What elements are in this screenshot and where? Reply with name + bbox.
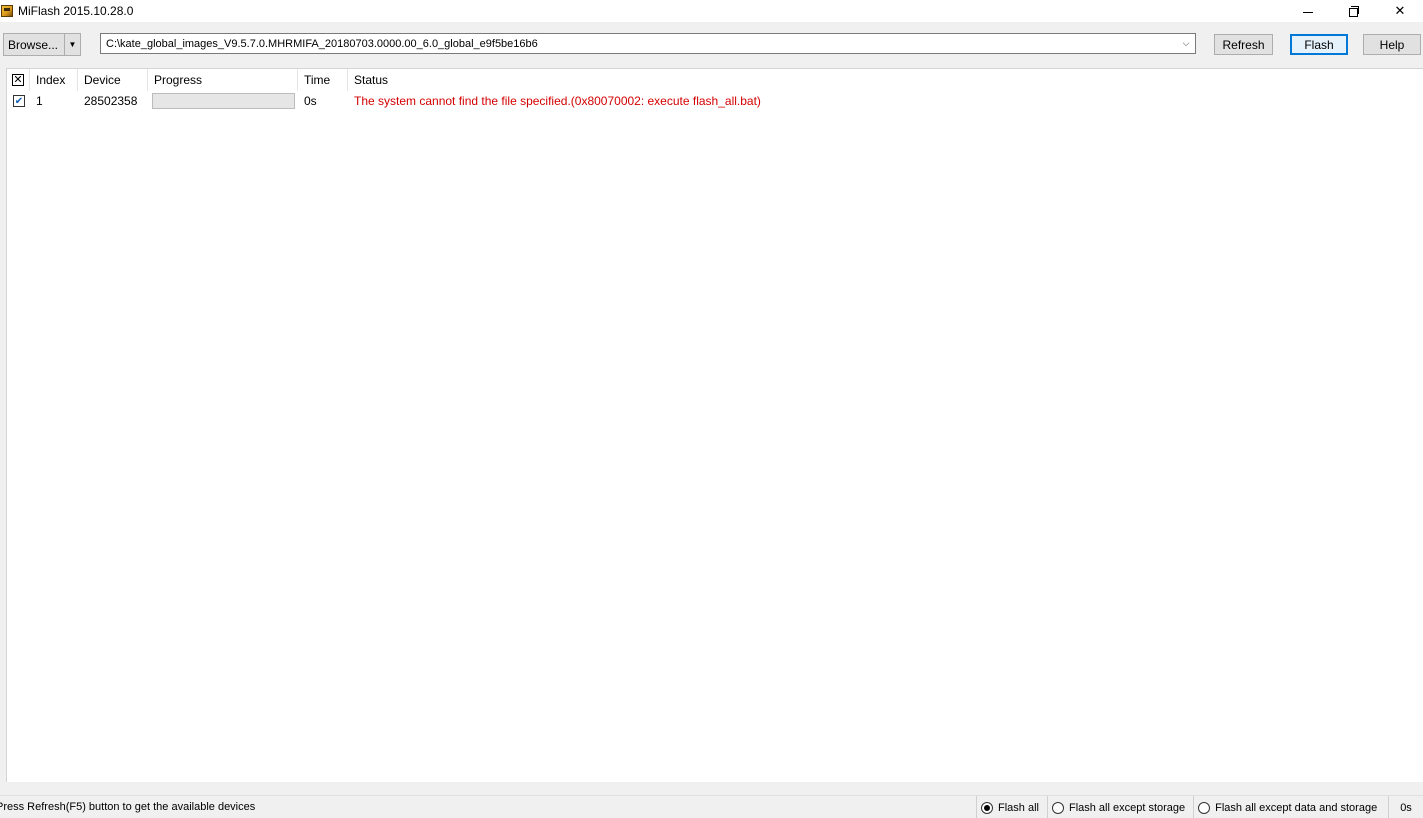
miflash-app-icon — [1, 5, 13, 17]
row-checkbox-check-icon[interactable]: ✔ — [13, 95, 25, 107]
restore-button[interactable] — [1331, 0, 1377, 22]
flash-mode-group: Flash all Flash all except storage Flash… — [976, 796, 1385, 818]
header-select-all[interactable]: ✕ — [7, 69, 30, 91]
radio-flash-all-except-data-storage[interactable]: Flash all except data and storage — [1193, 796, 1385, 818]
radio-flash-all-except-storage[interactable]: Flash all except storage — [1046, 796, 1193, 818]
row-status-error: The system cannot find the file specifie… — [354, 94, 761, 108]
elapsed-time: 0s — [1388, 796, 1423, 818]
radio-flash-all-label[interactable]: Flash all — [998, 802, 1039, 814]
rom-path-combobox[interactable]: C:\kate_global_images_V9.5.7.0.MHRMIFA_2… — [100, 33, 1196, 54]
toolbar: Browse... ▼ C:\kate_global_images_V9.5.7… — [0, 22, 1423, 68]
browse-dropdown-icon[interactable]: ▼ — [64, 34, 80, 55]
radio-unselected-icon[interactable] — [1051, 801, 1064, 814]
row-progress-cell — [148, 91, 298, 111]
column-header-index[interactable]: Index — [30, 69, 78, 91]
rom-path-value[interactable]: C:\kate_global_images_V9.5.7.0.MHRMIFA_2… — [101, 38, 1177, 50]
title-bar: MiFlash 2015.10.28.0 ✕ — [0, 0, 1423, 22]
device-list-header: ✕ Index Device Progress Time Status — [7, 69, 1423, 91]
row-index: 1 — [36, 94, 43, 108]
close-button[interactable]: ✕ — [1377, 0, 1423, 22]
radio-flash-all-except-storage-label[interactable]: Flash all except storage — [1069, 802, 1185, 814]
radio-flash-all[interactable]: Flash all — [976, 796, 1047, 818]
row-device-serial: 28502358 — [84, 94, 138, 108]
radio-unselected-icon[interactable] — [1198, 801, 1211, 814]
status-bar: Press Refresh(F5) button to get the avai… — [0, 795, 1423, 818]
row-time: 0s — [304, 94, 317, 108]
column-header-device[interactable]: Device — [78, 69, 148, 91]
radio-flash-all-except-data-storage-label[interactable]: Flash all except data and storage — [1215, 802, 1377, 814]
table-row[interactable]: ✔ 1 28502358 0s The system cannot find t… — [7, 91, 1423, 111]
window-controls: ✕ — [1285, 0, 1423, 22]
chevron-down-icon[interactable]: ⌵ — [1177, 34, 1195, 53]
refresh-button[interactable]: Refresh — [1214, 34, 1273, 55]
window-title: MiFlash 2015.10.28.0 — [18, 4, 134, 18]
minimize-button[interactable] — [1285, 0, 1331, 22]
device-list: ✕ Index Device Progress Time Status ✔ 1 … — [6, 68, 1423, 782]
status-message: Press Refresh(F5) button to get the avai… — [0, 801, 256, 813]
help-button[interactable]: Help — [1363, 34, 1421, 55]
row-progress-bar — [152, 93, 295, 109]
flash-button[interactable]: Flash — [1290, 34, 1348, 55]
row-select-cell[interactable]: ✔ — [7, 91, 30, 111]
radio-selected-icon[interactable] — [981, 801, 993, 814]
browse-button[interactable]: Browse... — [4, 38, 64, 52]
close-icon: ✕ — [1394, 3, 1406, 18]
restore-icon — [1349, 6, 1359, 17]
column-header-progress[interactable]: Progress — [148, 69, 298, 91]
select-all-checkbox-icon[interactable]: ✕ — [12, 74, 24, 86]
column-header-status[interactable]: Status — [348, 69, 748, 91]
browse-split-button: Browse... ▼ — [3, 33, 81, 56]
column-header-time[interactable]: Time — [298, 69, 348, 91]
minimize-icon — [1303, 11, 1313, 13]
